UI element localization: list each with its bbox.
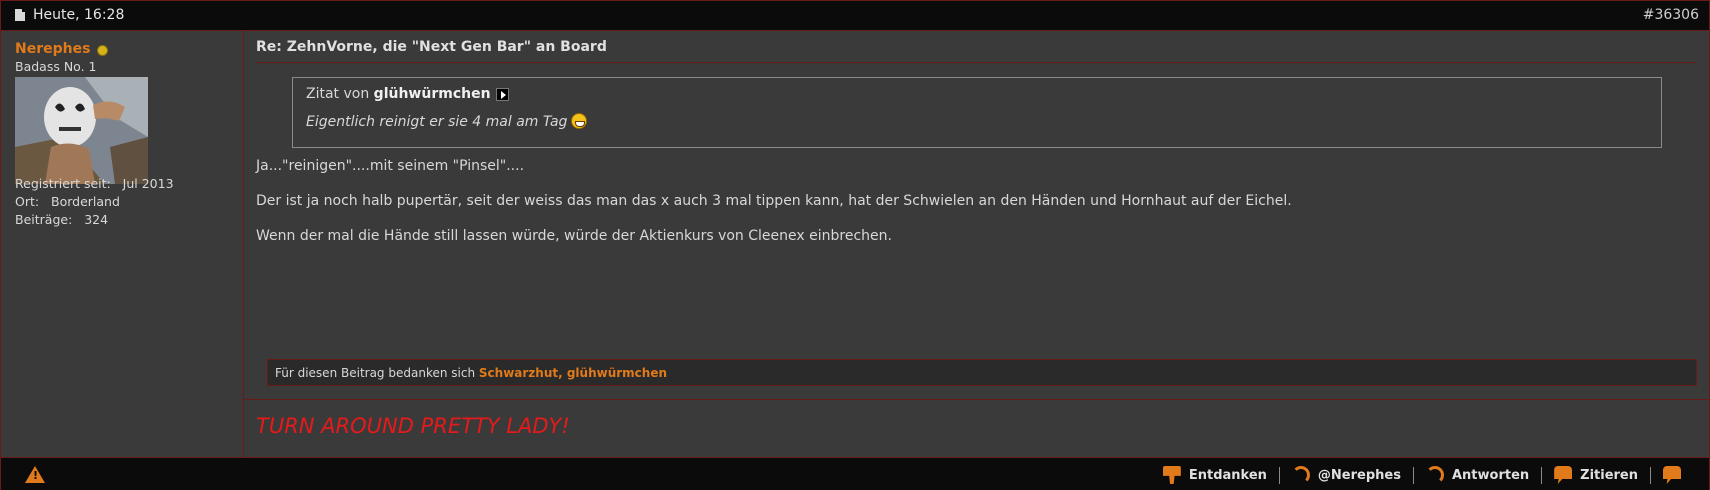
quote-box: Zitat von glühwürmchen Eigentlich reinig… <box>292 77 1662 148</box>
username-link[interactable]: Nerephes <box>15 41 90 57</box>
post-number-link[interactable]: #36306 <box>1643 7 1699 23</box>
location-label: Ort: <box>15 194 40 209</box>
speech-bubble-plus-icon <box>1663 466 1681 484</box>
mention-label: @Nerephes <box>1317 467 1401 483</box>
post-paragraph: Ja..."reinigen"....mit seinem "Pinsel"..… <box>256 158 525 174</box>
post-content: Re: ZehnVorne, die "Next Gen Bar" an Boa… <box>244 31 1709 457</box>
registered-info: Registriert seit: Jul 2013 <box>15 176 174 191</box>
quote-text: Eigentlich reinigt er sie 4 mal am Tag <box>306 114 568 130</box>
reply-arrow-icon <box>1425 466 1444 484</box>
thanks-line: Für diesen Beitrag bedanken sich Schwarz… <box>275 366 667 380</box>
post-footer: Entdanken @Nerephes Antworten Zitieren <box>1 457 1709 490</box>
action-bar: Entdanken @Nerephes Antworten Zitieren <box>1151 465 1701 485</box>
post-title: Re: ZehnVorne, die "Next Gen Bar" an Boa… <box>256 39 607 55</box>
report-warning-icon[interactable] <box>25 466 45 483</box>
quote-button[interactable]: Zitieren <box>1541 466 1650 484</box>
thanks-users[interactable]: Schwarzhut, glühwürmchen <box>479 366 667 380</box>
grin-emoji-icon <box>571 113 588 129</box>
unthank-label: Entdanken <box>1188 467 1267 483</box>
reply-arrow-icon <box>1291 466 1310 484</box>
thanks-label: Für diesen Beitrag bedanken sich <box>275 366 476 380</box>
posts-info: Beiträge: 324 <box>15 212 108 227</box>
speech-bubble-icon <box>1554 466 1573 484</box>
registered-value: Jul 2013 <box>122 176 174 191</box>
reply-label: Antworten <box>1451 467 1530 483</box>
unthank-button[interactable]: Entdanken <box>1151 466 1279 484</box>
signature-divider <box>244 399 1709 400</box>
reply-button[interactable]: Antworten <box>1412 466 1541 484</box>
post-paragraph: Wenn der mal die Hände still lassen würd… <box>256 228 892 244</box>
document-icon <box>15 9 25 21</box>
location-info: Ort: Borderland <box>15 194 120 209</box>
avatar[interactable] <box>15 77 148 184</box>
forum-post: Heute, 16:28 #36306 Nerephes Badass No. … <box>0 0 1710 490</box>
quote-label: Zitieren <box>1580 467 1638 483</box>
post-paragraph: Der ist ja noch halb pupertär, seit der … <box>256 193 1292 209</box>
multi-quote-button[interactable] <box>1650 466 1701 484</box>
quote-prefix: Zitat von <box>306 86 370 102</box>
posts-value: 324 <box>84 212 109 227</box>
post-header: Heute, 16:28 #36306 <box>1 1 1709 31</box>
title-divider <box>256 62 1696 63</box>
view-post-icon[interactable] <box>495 88 509 101</box>
quote-text-row: Eigentlich reinigt er sie 4 mal am Tag <box>306 113 588 130</box>
location-value: Borderland <box>51 194 120 209</box>
posts-label: Beiträge: <box>15 212 73 227</box>
post-date: Heute, 16:28 <box>33 7 125 23</box>
signature: TURN AROUND PRETTY LADY! <box>256 414 570 438</box>
user-sidebar: Nerephes Badass No. 1 Registriert seit: … <box>2 31 244 457</box>
quote-author: glühwürmchen <box>373 86 491 102</box>
user-title: Badass No. 1 <box>15 59 97 74</box>
online-status-icon <box>97 45 108 56</box>
quote-header: Zitat von glühwürmchen <box>306 86 509 102</box>
thanks-box: Für diesen Beitrag bedanken sich Schwarz… <box>267 359 1697 386</box>
thumbs-down-icon <box>1162 466 1181 484</box>
registered-label: Registriert seit: <box>15 176 111 191</box>
mention-button[interactable]: @Nerephes <box>1278 466 1413 484</box>
